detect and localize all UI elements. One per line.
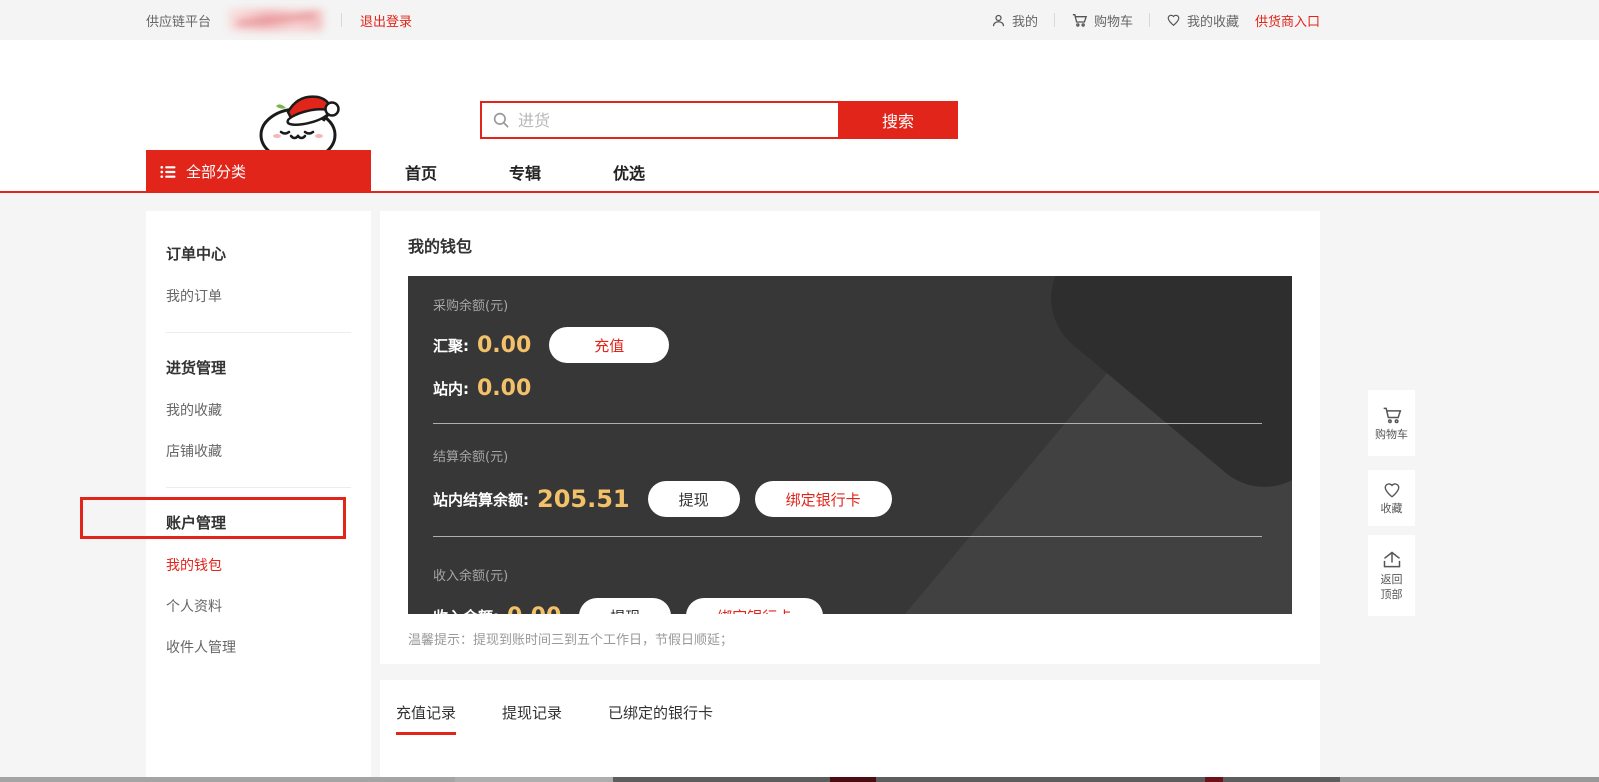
bottom-scrollbar-track[interactable] (0, 777, 455, 782)
divider (341, 13, 342, 27)
settlement-balance-row: 站内结算余额: 205.51 提现 绑定银行卡 (433, 481, 1292, 517)
sidebar-item-shop-favorites[interactable]: 店铺收藏 (166, 441, 351, 461)
bottom-scrollbar-track[interactable] (1340, 777, 1599, 782)
nav-link-home[interactable]: 首页 (405, 160, 437, 184)
recharge-button[interactable]: 充值 (549, 327, 669, 363)
heart-icon (1166, 13, 1181, 27)
huiju-balance-row: 汇聚: 0.00 充值 (433, 327, 1292, 363)
my-account-label: 我的 (1012, 11, 1038, 30)
float-cart-label: 购物车 (1375, 428, 1408, 442)
float-cart-button[interactable]: 购物车 (1368, 390, 1415, 456)
divider (1149, 13, 1150, 27)
wallet-balance-card: 采购余额(元) 汇聚: 0.00 充值 站内: 0.00 结算余额(元) 站内结… (408, 276, 1292, 614)
nav-link-preferred[interactable]: 优选 (613, 160, 645, 184)
bind-bank-card-button[interactable]: 绑定银行卡 (755, 481, 892, 517)
onsite-balance-row: 站内: 0.00 (433, 376, 1292, 401)
search-input[interactable] (510, 103, 838, 137)
person-icon (991, 13, 1006, 28)
all-categories-button[interactable]: 全部分类 (146, 150, 371, 193)
settlement-balance-label: 结算余额(元) (433, 446, 1292, 465)
heart-icon (1382, 481, 1402, 499)
favorites-link[interactable]: 我的收藏 (1166, 11, 1239, 30)
tab-withdraw-records[interactable]: 提现记录 (502, 702, 562, 735)
category-list-icon (160, 165, 176, 179)
purchase-balance-label: 采购余额(元) (433, 295, 1292, 314)
sidebar-item-my-orders[interactable]: 我的订单 (166, 286, 351, 306)
sidebar-item-recipient-mgmt[interactable]: 收件人管理 (166, 637, 351, 657)
income-balance-row: 收入余额: 0.00 提现 绑定银行卡 (433, 598, 1292, 614)
balance-value: 205.51 (537, 485, 630, 513)
income-balance-label: 收入余额(元) (433, 565, 1292, 584)
search-button[interactable]: 搜索 (838, 101, 958, 139)
back-to-top-button[interactable]: 返回 顶部 (1368, 535, 1415, 616)
withdraw-button[interactable]: 提现 (648, 481, 740, 517)
divider (166, 487, 351, 488)
account-sidebar: 订单中心 我的订单 进货管理 我的收藏 店铺收藏 账户管理 我的钱包 个人资料 … (146, 211, 371, 777)
cart-icon (1071, 12, 1088, 28)
all-categories-label: 全部分类 (186, 161, 246, 182)
logout-link[interactable]: 退出登录 (360, 11, 412, 30)
bind-bank-card-button[interactable]: 绑定银行卡 (686, 598, 823, 614)
float-favorites-label: 收藏 (1381, 502, 1403, 516)
balance-name: 收入余额: (433, 606, 499, 615)
balance-value: 0.00 (507, 604, 561, 615)
wallet-panel: 我的钱包 采购余额(元) 汇聚: 0.00 充值 站内: 0.00 结算余额(元… (380, 211, 1320, 664)
supplier-entry-link[interactable]: 供货商入口 (1255, 11, 1320, 30)
sidebar-section-title: 进货管理 (166, 357, 351, 378)
back-to-top-label-1: 返回 (1381, 573, 1403, 587)
tab-bound-bank-cards[interactable]: 已绑定的银行卡 (608, 702, 713, 735)
search-box: 搜索 (480, 101, 958, 139)
balance-name: 汇聚: (433, 335, 469, 356)
arrow-up-icon (1382, 550, 1402, 570)
divider (433, 423, 1262, 424)
my-account-link[interactable]: 我的 (991, 11, 1038, 30)
top-utility-bar: 供应链平台 退出登录 我的 购物车 我的收藏 供货商入口 (0, 0, 1599, 40)
balance-value: 0.00 (477, 333, 531, 358)
sidebar-section-title: 账户管理 (166, 512, 351, 533)
page-title: 我的钱包 (408, 233, 472, 257)
search-icon (492, 111, 510, 129)
back-to-top-label-2: 顶部 (1381, 588, 1403, 602)
sidebar-item-personal-info[interactable]: 个人资料 (166, 596, 351, 616)
sidebar-section-title: 订单中心 (166, 243, 351, 264)
favorites-label: 我的收藏 (1187, 11, 1239, 30)
records-panel: 充值记录 提现记录 已绑定的银行卡 (380, 680, 1320, 777)
divider (433, 536, 1262, 537)
withdraw-button[interactable]: 提现 (579, 598, 671, 614)
bottom-content-sliver (830, 777, 876, 782)
sidebar-item-my-favorites[interactable]: 我的收藏 (166, 400, 351, 420)
nav-link-albums[interactable]: 专辑 (509, 160, 541, 184)
main-nav: 全部分类 首页 专辑 优选 (0, 150, 1599, 193)
cart-icon (1381, 405, 1403, 425)
balance-name: 站内: (433, 378, 469, 399)
divider (1054, 13, 1055, 27)
withdraw-tip-text: 温馨提示：提现到账时间三到五个工作日，节假日顺延； (408, 629, 733, 648)
divider (166, 332, 351, 333)
tab-recharge-records[interactable]: 充值记录 (396, 702, 456, 735)
balance-value: 0.00 (477, 376, 531, 401)
sidebar-item-my-wallet[interactable]: 我的钱包 (166, 555, 351, 575)
bottom-scrollbar-track[interactable] (455, 777, 613, 782)
site-header: 搜索 热门搜索: 手机 123 汽车 电脑 (0, 40, 1599, 150)
balance-name: 站内结算余额: (433, 489, 529, 510)
platform-label: 供应链平台 (146, 11, 211, 30)
float-favorites-button[interactable]: 收藏 (1368, 470, 1415, 526)
username-redacted (229, 9, 323, 31)
cart-link[interactable]: 购物车 (1071, 11, 1133, 30)
bottom-content-sliver (1205, 777, 1223, 782)
cart-label: 购物车 (1094, 11, 1133, 30)
